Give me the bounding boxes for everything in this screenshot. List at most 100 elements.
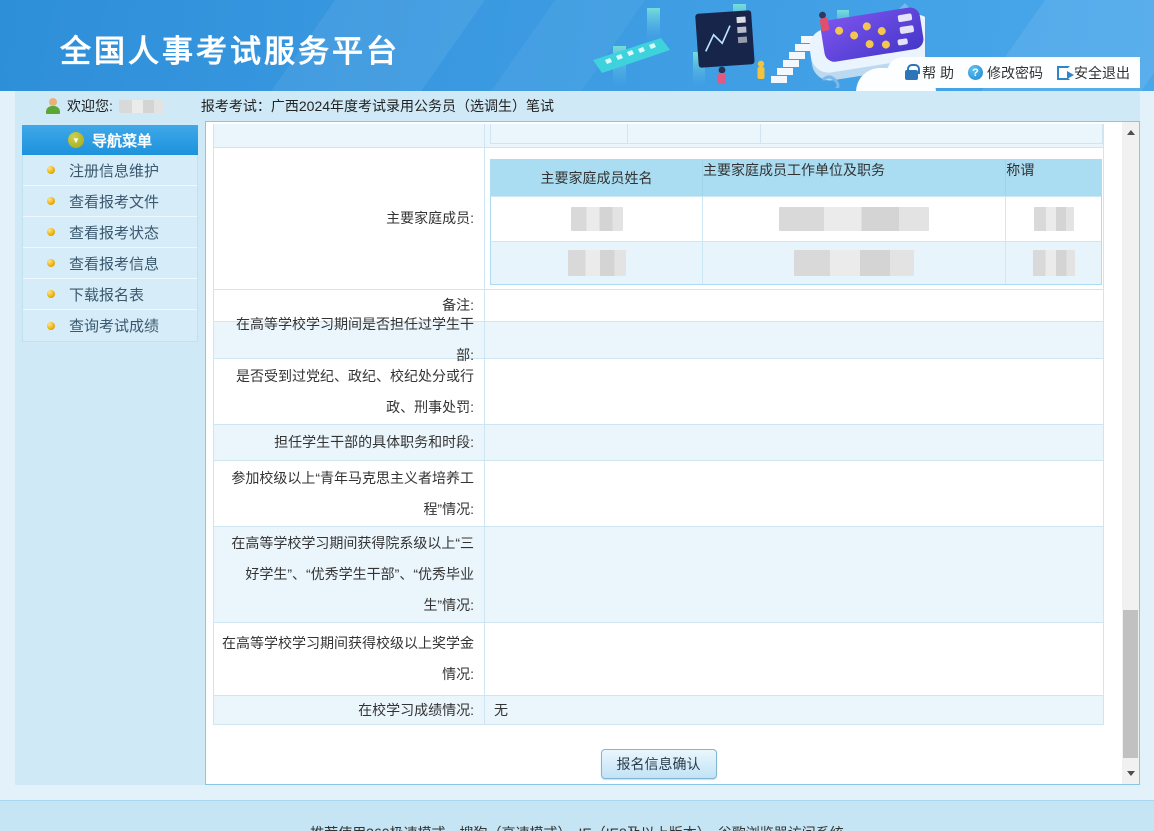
footer-text: 推荐使用360极速模式、搜狗（高速模式）、IE（IE8及以上版本）、谷歌浏览器访…	[0, 801, 1154, 831]
field-value	[485, 623, 1103, 695]
logout-button[interactable]: 安全退出	[1057, 63, 1130, 83]
content-panel: 主要家庭成员:主要家庭成员姓名主要家庭成员工作单位及职务称谓备注:在高等学校学习…	[205, 121, 1140, 785]
family-table-cell	[491, 242, 702, 284]
help-button[interactable]: 帮 助	[905, 63, 954, 83]
bullet-icon	[47, 166, 55, 174]
page: 全国人事考试服务平台	[0, 0, 1154, 831]
family-table-header-cell: 称谓	[1005, 160, 1101, 196]
form-row: 是否受到过党纪、政纪、校纪处分或行政、刑事处罚:	[214, 359, 1103, 425]
field-value	[485, 425, 1103, 460]
field-label: 参加校级以上“青年马克思主义者培养工程”情况:	[214, 461, 485, 526]
logout-label: 安全退出	[1074, 63, 1130, 83]
field-label: 在校学习成绩情况:	[214, 696, 485, 724]
chevron-down-icon: ▼	[68, 132, 84, 148]
sidebar-item-application-status[interactable]: 查看报考状态	[23, 217, 197, 248]
lock-icon	[905, 70, 918, 80]
family-table-cell	[491, 197, 702, 241]
family-table-wrap: 主要家庭成员姓名主要家庭成员工作单位及职务称谓	[485, 148, 1104, 290]
sidebar-item-download-form[interactable]: 下载报名表	[23, 279, 197, 310]
sidebar-item-label: 查看报考状态	[69, 222, 159, 243]
nav-menu: ▼ 导航菜单 注册信息维护查看报考文件查看报考状态查看报考信息下载报名表查询考试…	[22, 125, 198, 342]
form-row: 担任学生干部的具体职务和时段:	[214, 425, 1103, 461]
sidebar-item-label: 查看报考文件	[69, 191, 159, 212]
form-row	[214, 124, 1103, 148]
bullet-icon	[47, 259, 55, 267]
field-value: 无	[485, 696, 1103, 724]
field-value	[485, 527, 1103, 622]
scroll-down-button[interactable]	[1122, 765, 1139, 782]
sidebar-item-label: 查看报考信息	[69, 253, 159, 274]
triangle-down-icon	[1127, 771, 1135, 776]
header-action-bar: 帮 助? 修改密码 安全退出	[887, 57, 1140, 88]
field-value	[485, 290, 1103, 321]
welcome-label: 欢迎您:	[67, 96, 113, 116]
triangle-up-icon	[1127, 130, 1135, 135]
fragment-divider	[760, 124, 761, 143]
content-scrollbar[interactable]	[1122, 122, 1139, 784]
bullet-icon	[47, 197, 55, 205]
bullet-icon	[47, 322, 55, 330]
bullet-icon	[47, 290, 55, 298]
sidebar-item-label: 下载报名表	[69, 284, 144, 305]
field-label: 是否受到过党纪、政纪、校纪处分或行政、刑事处罚:	[214, 359, 485, 424]
field-label	[214, 124, 485, 147]
change-password-button[interactable]: ? 修改密码	[968, 63, 1043, 83]
sidebar-item-application-info[interactable]: 查看报考信息	[23, 248, 197, 279]
family-table-cell	[1005, 242, 1101, 284]
table-fragment	[490, 124, 1103, 144]
field-label: 在高等学校学习期间获得校级以上奖学金情况:	[214, 623, 485, 695]
nav-menu-items: 注册信息维护查看报考文件查看报考状态查看报考信息下载报名表查询考试成绩	[22, 155, 198, 342]
sidebar: ▼ 导航菜单 注册信息维护查看报考文件查看报考状态查看报考信息下载报名表查询考试…	[15, 121, 205, 785]
user-avatar-icon	[45, 98, 61, 114]
field-value: 主要家庭成员姓名主要家庭成员工作单位及职务称谓	[485, 148, 1104, 289]
family-table-row	[491, 196, 1101, 241]
field-value	[485, 359, 1103, 424]
sidebar-item-exam-documents[interactable]: 查看报考文件	[23, 186, 197, 217]
family-members-table: 主要家庭成员姓名主要家庭成员工作单位及职务称谓	[490, 159, 1102, 285]
user-name-redacted	[119, 100, 163, 113]
button-row: 报名信息确认	[213, 749, 1104, 779]
form-row: 参加校级以上“青年马克思主义者培养工程”情况:	[214, 461, 1103, 527]
family-table-header: 主要家庭成员姓名主要家庭成员工作单位及职务称谓	[491, 160, 1101, 196]
confirm-registration-button[interactable]: 报名信息确认	[601, 749, 717, 779]
scrollbar-thumb[interactable]	[1123, 610, 1138, 758]
family-table-cell	[702, 242, 1005, 284]
family-table-header-cell: 主要家庭成员工作单位及职务	[702, 160, 1005, 196]
redacted-value	[568, 250, 626, 276]
exam-label: 报考考试：广西2024年度考试录用公务员（选调生）笔试	[201, 96, 554, 116]
field-label: 主要家庭成员:	[214, 148, 485, 289]
question-icon: ?	[968, 65, 983, 80]
nav-menu-title: 导航菜单	[92, 130, 152, 151]
welcome-bar: 欢迎您: 报考考试：广西2024年度考试录用公务员（选调生）笔试	[15, 91, 1140, 121]
help-label: 帮 助	[922, 63, 954, 83]
form-row: 在高等学校学习期间获得校级以上奖学金情况:	[214, 623, 1103, 696]
field-label: 在高等学校学习期间是否担任过学生干部:	[214, 322, 485, 358]
form-row: 在高等学校学习期间获得院系级以上“三好学生”、“优秀学生干部”、“优秀毕业生”情…	[214, 527, 1103, 623]
field-label: 在高等学校学习期间获得院系级以上“三好学生”、“优秀学生干部”、“优秀毕业生”情…	[214, 527, 485, 622]
field-value-text: 无	[494, 700, 508, 720]
redacted-value	[779, 207, 929, 231]
family-table-cell	[1005, 197, 1101, 241]
nav-menu-header[interactable]: ▼ 导航菜单	[22, 125, 198, 155]
form-row: 主要家庭成员:主要家庭成员姓名主要家庭成员工作单位及职务称谓	[214, 148, 1103, 290]
redacted-value	[794, 250, 914, 276]
app-title: 全国人事考试服务平台	[60, 26, 400, 71]
logout-icon	[1057, 66, 1070, 80]
sidebar-item-label: 查询考试成绩	[69, 315, 159, 336]
scroll-up-button[interactable]	[1122, 124, 1139, 141]
change-password-label: 修改密码	[987, 63, 1043, 83]
sidebar-item-exam-results[interactable]: 查询考试成绩	[23, 310, 197, 341]
sidebar-item-label: 注册信息维护	[69, 160, 159, 181]
fragment-divider	[627, 124, 628, 143]
sidebar-item-registration-info[interactable]: 注册信息维护	[23, 155, 197, 186]
field-value	[485, 461, 1103, 526]
app-header: 全国人事考试服务平台	[0, 0, 1154, 91]
redacted-value	[1034, 207, 1074, 231]
bullet-icon	[47, 228, 55, 236]
field-value	[485, 322, 1103, 358]
redacted-value	[571, 207, 623, 231]
family-table-header-cell: 主要家庭成员姓名	[491, 160, 702, 196]
application-info-table: 主要家庭成员:主要家庭成员姓名主要家庭成员工作单位及职务称谓备注:在高等学校学习…	[213, 124, 1104, 725]
family-table-cell	[702, 197, 1005, 241]
redacted-value	[1033, 250, 1075, 276]
